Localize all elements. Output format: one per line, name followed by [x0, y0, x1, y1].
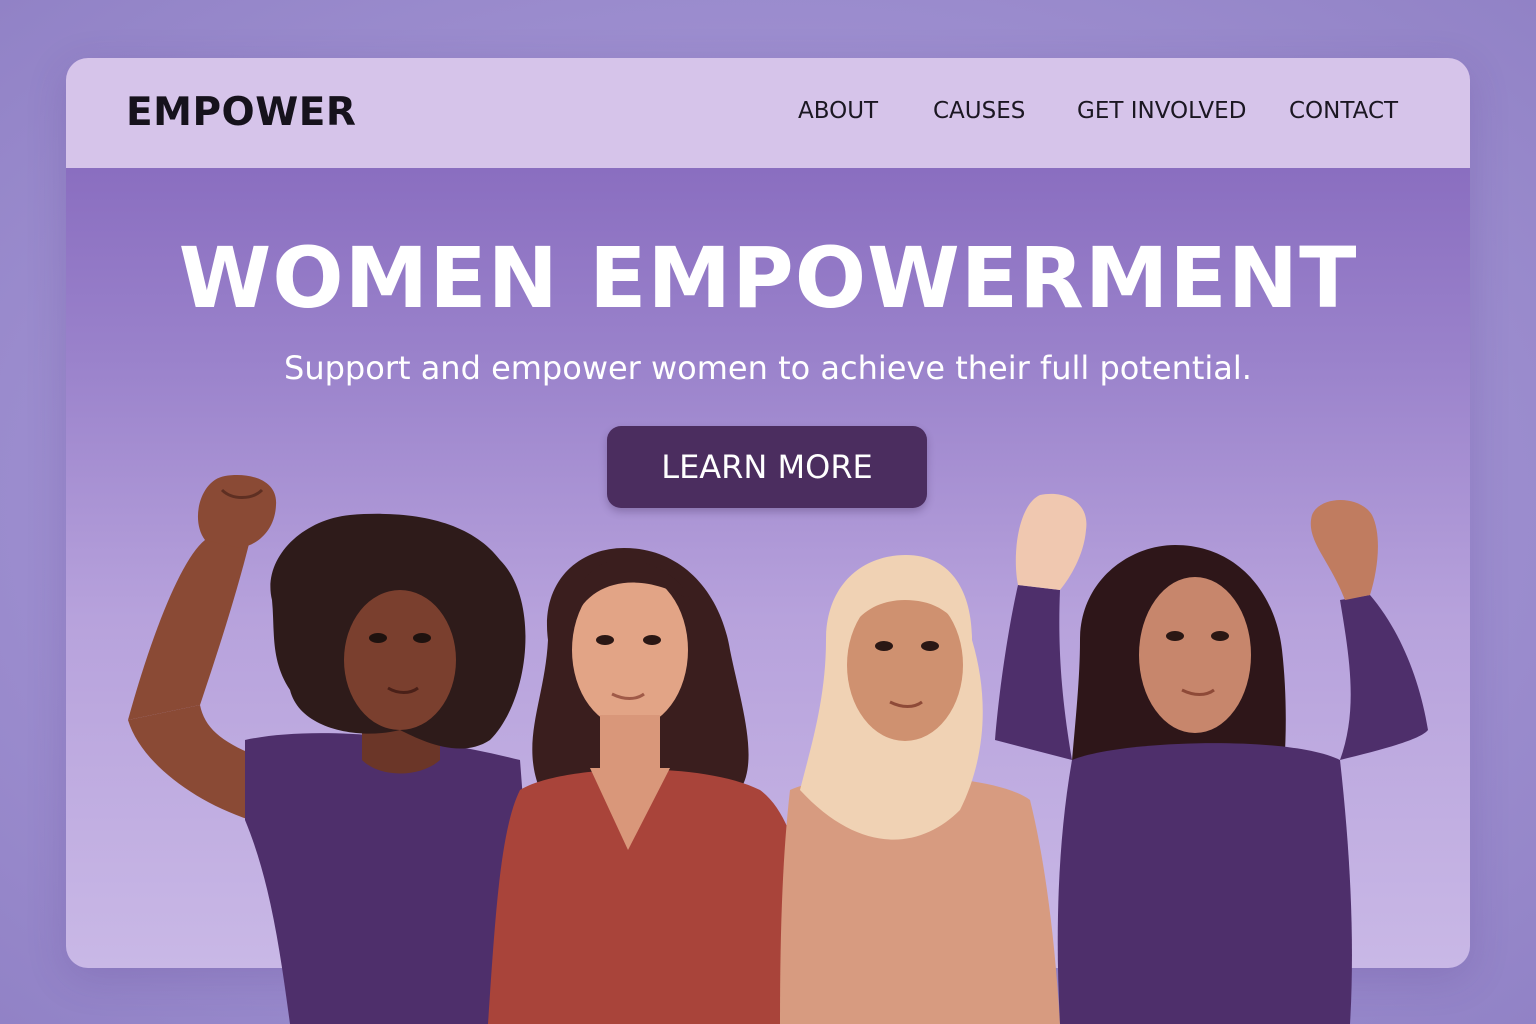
- main-nav: ABOUT CAUSES GET INVOLVED CONTACT: [66, 98, 1470, 130]
- nav-get-involved-link[interactable]: GET INVOLVED: [1077, 98, 1246, 124]
- navbar: EMPOWER ABOUT CAUSES GET INVOLVED CONTAC…: [66, 58, 1470, 168]
- nav-about-link[interactable]: ABOUT: [798, 98, 878, 124]
- nav-causes-link[interactable]: CAUSES: [933, 98, 1025, 124]
- hero-title: WOMEN EMPOWERMENT: [178, 229, 1358, 327]
- landing-card: EMPOWER ABOUT CAUSES GET INVOLVED CONTAC…: [66, 58, 1470, 968]
- nav-contact-link[interactable]: CONTACT: [1289, 98, 1398, 124]
- learn-more-button[interactable]: LEARN MORE: [607, 426, 927, 508]
- hero-subtitle: Support and empower women to achieve the…: [284, 349, 1252, 387]
